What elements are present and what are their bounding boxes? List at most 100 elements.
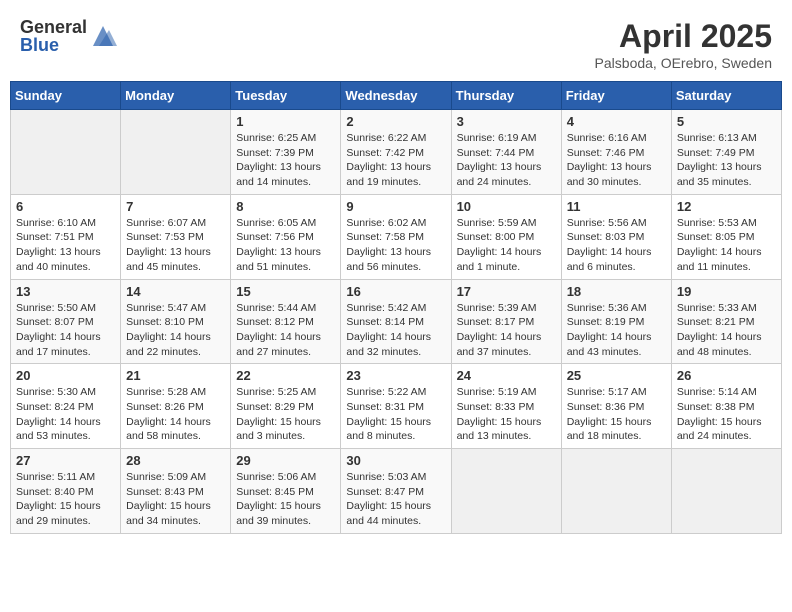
day-number: 24 xyxy=(457,368,556,383)
day-number: 17 xyxy=(457,284,556,299)
day-number: 30 xyxy=(346,453,445,468)
calendar-cell xyxy=(451,449,561,534)
day-number: 28 xyxy=(126,453,225,468)
day-content: Sunrise: 6:22 AM Sunset: 7:42 PM Dayligh… xyxy=(346,131,445,190)
calendar-cell: 9 Sunrise: 6:02 AM Sunset: 7:58 PM Daylig… xyxy=(341,194,451,279)
day-content: Sunrise: 5:36 AM Sunset: 8:19 PM Dayligh… xyxy=(567,301,666,360)
day-content: Sunrise: 5:50 AM Sunset: 8:07 PM Dayligh… xyxy=(16,301,115,360)
day-number: 27 xyxy=(16,453,115,468)
logo: General Blue xyxy=(20,18,117,54)
calendar-cell: 25 Sunrise: 5:17 AM Sunset: 8:36 PM Dayli… xyxy=(561,364,671,449)
day-number: 29 xyxy=(236,453,335,468)
day-content: Sunrise: 6:05 AM Sunset: 7:56 PM Dayligh… xyxy=(236,216,335,275)
day-number: 14 xyxy=(126,284,225,299)
day-content: Sunrise: 5:28 AM Sunset: 8:26 PM Dayligh… xyxy=(126,385,225,444)
calendar-cell: 21 Sunrise: 5:28 AM Sunset: 8:26 PM Dayli… xyxy=(121,364,231,449)
day-content: Sunrise: 5:25 AM Sunset: 8:29 PM Dayligh… xyxy=(236,385,335,444)
day-number: 3 xyxy=(457,114,556,129)
calendar-cell: 4 Sunrise: 6:16 AM Sunset: 7:46 PM Daylig… xyxy=(561,110,671,195)
calendar-cell: 18Sunrise: 5:36 AM Sunset: 8:19 PM Dayli… xyxy=(561,279,671,364)
calendar-cell: 11 Sunrise: 5:56 AM Sunset: 8:03 PM Dayli… xyxy=(561,194,671,279)
day-content: Sunrise: 6:02 AM Sunset: 7:58 PM Dayligh… xyxy=(346,216,445,275)
month-title: April 2025 xyxy=(595,18,772,55)
day-of-week-saturday: Saturday xyxy=(671,82,781,110)
day-of-week-friday: Friday xyxy=(561,82,671,110)
calendar-cell: 27 Sunrise: 5:11 AM Sunset: 8:40 PM Dayli… xyxy=(11,449,121,534)
day-content: Sunrise: 5:09 AM Sunset: 8:43 PM Dayligh… xyxy=(126,470,225,529)
day-number: 4 xyxy=(567,114,666,129)
calendar-cell: 15 Sunrise: 5:44 AM Sunset: 8:12 PM Dayli… xyxy=(231,279,341,364)
calendar-week-5: 27 Sunrise: 5:11 AM Sunset: 8:40 PM Dayli… xyxy=(11,449,782,534)
day-number: 23 xyxy=(346,368,445,383)
day-content: Sunrise: 6:16 AM Sunset: 7:46 PM Dayligh… xyxy=(567,131,666,190)
page-header: General Blue April 2025 Palsboda, OErebr… xyxy=(10,10,782,77)
calendar-cell: 1 Sunrise: 6:25 AM Sunset: 7:39 PM Daylig… xyxy=(231,110,341,195)
calendar-cell: 17 Sunrise: 5:39 AM Sunset: 8:17 PM Dayli… xyxy=(451,279,561,364)
calendar-cell: 2 Sunrise: 6:22 AM Sunset: 7:42 PM Daylig… xyxy=(341,110,451,195)
calendar-cell: 19Sunrise: 5:33 AM Sunset: 8:21 PM Dayli… xyxy=(671,279,781,364)
calendar-header-row: SundayMondayTuesdayWednesdayThursdayFrid… xyxy=(11,82,782,110)
day-content: Sunrise: 5:22 AM Sunset: 8:31 PM Dayligh… xyxy=(346,385,445,444)
day-content: Sunrise: 5:14 AM Sunset: 8:38 PM Dayligh… xyxy=(677,385,776,444)
calendar-week-3: 13 Sunrise: 5:50 AM Sunset: 8:07 PM Dayli… xyxy=(11,279,782,364)
calendar-cell: 8 Sunrise: 6:05 AM Sunset: 7:56 PM Daylig… xyxy=(231,194,341,279)
day-content: Sunrise: 5:11 AM Sunset: 8:40 PM Dayligh… xyxy=(16,470,115,529)
day-of-week-wednesday: Wednesday xyxy=(341,82,451,110)
calendar-week-2: 6Sunrise: 6:10 AM Sunset: 7:51 PM Daylig… xyxy=(11,194,782,279)
calendar-cell: 5Sunrise: 6:13 AM Sunset: 7:49 PM Daylig… xyxy=(671,110,781,195)
day-number: 1 xyxy=(236,114,335,129)
day-content: Sunrise: 5:53 AM Sunset: 8:05 PM Dayligh… xyxy=(677,216,776,275)
day-content: Sunrise: 6:07 AM Sunset: 7:53 PM Dayligh… xyxy=(126,216,225,275)
calendar-cell: 29 Sunrise: 5:06 AM Sunset: 8:45 PM Dayli… xyxy=(231,449,341,534)
calendar-cell: 6Sunrise: 6:10 AM Sunset: 7:51 PM Daylig… xyxy=(11,194,121,279)
logo-general-text: General xyxy=(20,18,87,36)
calendar-cell xyxy=(11,110,121,195)
calendar-cell: 7Sunrise: 6:07 AM Sunset: 7:53 PM Daylig… xyxy=(121,194,231,279)
day-of-week-tuesday: Tuesday xyxy=(231,82,341,110)
calendar-table: SundayMondayTuesdayWednesdayThursdayFrid… xyxy=(10,81,782,534)
calendar-cell: 10Sunrise: 5:59 AM Sunset: 8:00 PM Dayli… xyxy=(451,194,561,279)
day-of-week-monday: Monday xyxy=(121,82,231,110)
calendar-cell: 23 Sunrise: 5:22 AM Sunset: 8:31 PM Dayli… xyxy=(341,364,451,449)
calendar-cell: 16Sunrise: 5:42 AM Sunset: 8:14 PM Dayli… xyxy=(341,279,451,364)
day-of-week-thursday: Thursday xyxy=(451,82,561,110)
title-section: April 2025 Palsboda, OErebro, Sweden xyxy=(595,18,772,71)
calendar-cell: 30Sunrise: 5:03 AM Sunset: 8:47 PM Dayli… xyxy=(341,449,451,534)
calendar-cell xyxy=(121,110,231,195)
day-content: Sunrise: 6:25 AM Sunset: 7:39 PM Dayligh… xyxy=(236,131,335,190)
calendar-cell: 12 Sunrise: 5:53 AM Sunset: 8:05 PM Dayli… xyxy=(671,194,781,279)
day-number: 6 xyxy=(16,199,115,214)
day-number: 13 xyxy=(16,284,115,299)
day-number: 9 xyxy=(346,199,445,214)
day-number: 2 xyxy=(346,114,445,129)
day-content: Sunrise: 5:39 AM Sunset: 8:17 PM Dayligh… xyxy=(457,301,556,360)
calendar-cell: 3Sunrise: 6:19 AM Sunset: 7:44 PM Daylig… xyxy=(451,110,561,195)
day-number: 25 xyxy=(567,368,666,383)
day-number: 15 xyxy=(236,284,335,299)
location-text: Palsboda, OErebro, Sweden xyxy=(595,55,772,71)
day-number: 22 xyxy=(236,368,335,383)
logo-icon xyxy=(89,22,117,50)
day-content: Sunrise: 5:06 AM Sunset: 8:45 PM Dayligh… xyxy=(236,470,335,529)
day-number: 21 xyxy=(126,368,225,383)
calendar-cell xyxy=(671,449,781,534)
day-content: Sunrise: 5:33 AM Sunset: 8:21 PM Dayligh… xyxy=(677,301,776,360)
calendar-cell: 26 Sunrise: 5:14 AM Sunset: 8:38 PM Dayli… xyxy=(671,364,781,449)
day-content: Sunrise: 5:30 AM Sunset: 8:24 PM Dayligh… xyxy=(16,385,115,444)
calendar-cell: 28 Sunrise: 5:09 AM Sunset: 8:43 PM Dayli… xyxy=(121,449,231,534)
calendar-cell xyxy=(561,449,671,534)
day-number: 11 xyxy=(567,199,666,214)
day-of-week-sunday: Sunday xyxy=(11,82,121,110)
logo-blue-text: Blue xyxy=(20,36,87,54)
day-content: Sunrise: 5:19 AM Sunset: 8:33 PM Dayligh… xyxy=(457,385,556,444)
day-number: 8 xyxy=(236,199,335,214)
day-content: Sunrise: 5:56 AM Sunset: 8:03 PM Dayligh… xyxy=(567,216,666,275)
day-number: 26 xyxy=(677,368,776,383)
day-number: 10 xyxy=(457,199,556,214)
day-number: 20 xyxy=(16,368,115,383)
day-content: Sunrise: 5:17 AM Sunset: 8:36 PM Dayligh… xyxy=(567,385,666,444)
day-number: 5 xyxy=(677,114,776,129)
day-content: Sunrise: 5:44 AM Sunset: 8:12 PM Dayligh… xyxy=(236,301,335,360)
day-number: 12 xyxy=(677,199,776,214)
calendar-cell: 24 Sunrise: 5:19 AM Sunset: 8:33 PM Dayli… xyxy=(451,364,561,449)
